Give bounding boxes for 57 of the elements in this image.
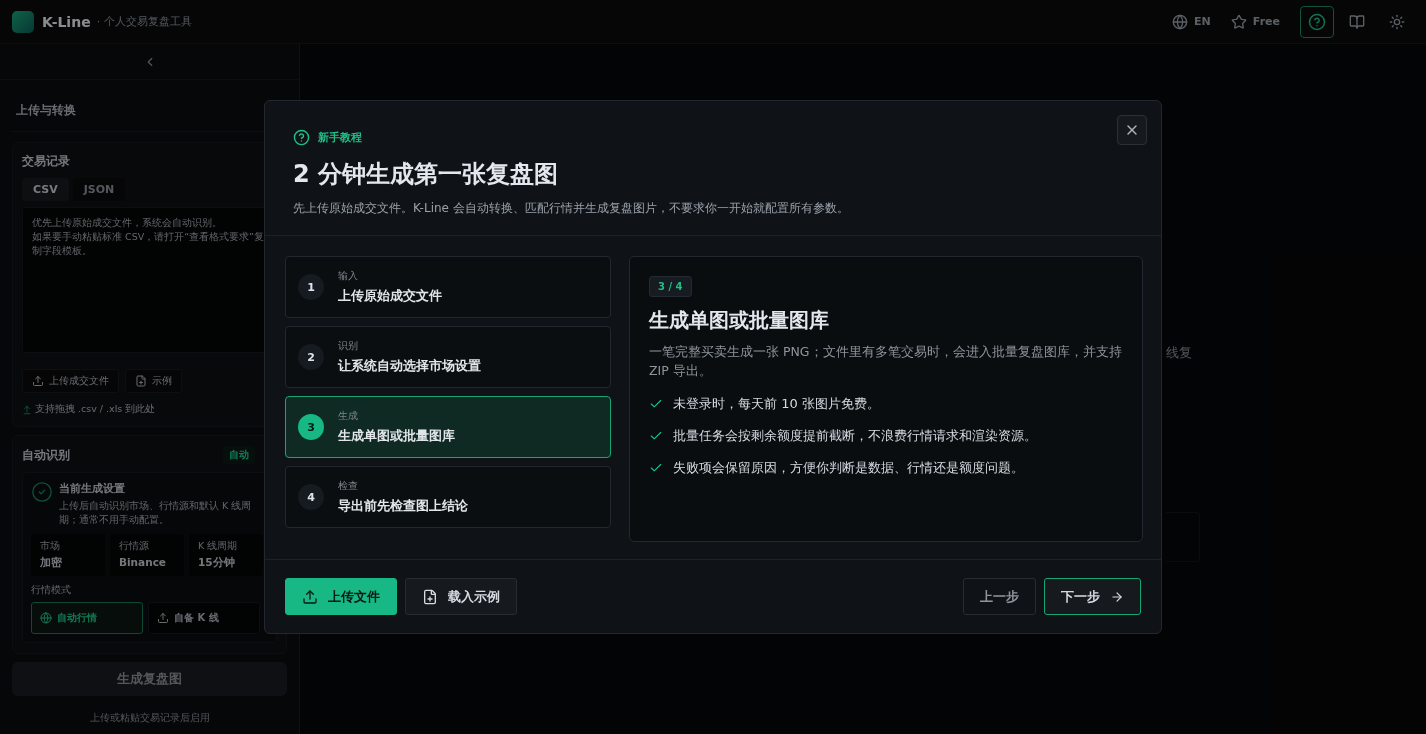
tile-label: 市场: [40, 539, 61, 553]
close-button[interactable]: [1117, 115, 1147, 145]
card-title: 交易记录: [22, 153, 71, 170]
dialog-subtitle: 先上传原始成交文件。K-Line 会自动转换、匹配行情并生成复盘图片，不要求你一开始就配置所有参数。: [293, 200, 850, 217]
back-button[interactable]: 上一步: [963, 578, 1036, 615]
help-icon: [1308, 12, 1326, 31]
auto-badge: 自动: [223, 446, 255, 464]
mode-option[interactable]: 自备 K 线: [148, 601, 260, 634]
drag-hint: 支持拖拽 .csv / .xls 到此处: [35, 403, 156, 416]
tile-value: 加密: [40, 555, 63, 570]
load-sample-button[interactable]: 载入示例: [405, 578, 517, 615]
drag-icon: [22, 404, 32, 415]
step-item[interactable]: 2 识别 让系统自动选择市场设置: [285, 326, 611, 388]
upload-button[interactable]: 上传成交文件: [22, 369, 119, 393]
upload-icon: [302, 588, 318, 605]
upload-icon: [157, 611, 169, 624]
card-title: 自动识别: [22, 446, 70, 464]
globe-icon: [1172, 13, 1189, 30]
bullet-text: 失败项会保留原因，方便你判断是数据、行情还是额度问题。: [673, 458, 1024, 477]
dialog-eyebrow: 新手教程: [318, 130, 362, 145]
upload-icon: [32, 375, 44, 387]
tile-label: K 线周期: [198, 539, 239, 553]
help-icon: [293, 129, 310, 146]
sun-icon: [1389, 13, 1405, 30]
sample-button[interactable]: 示例: [125, 369, 182, 393]
tile-value: Binance: [119, 555, 167, 568]
check-circle-icon: [31, 481, 53, 503]
detail-title: 生成单图或批量图库: [649, 307, 830, 334]
help-button[interactable]: [1300, 5, 1334, 38]
book-icon: [1349, 13, 1365, 30]
globe-icon: [40, 611, 52, 624]
next-button[interactable]: 下一步: [1044, 578, 1141, 615]
step-counter: 3 / 4: [649, 276, 692, 297]
bullet-text: 批量任务会按剩余额度提前截断，不浪费行情请求和渲染资源。: [673, 426, 1037, 445]
dialog-title: 2 分钟生成第一张复盘图: [293, 159, 560, 190]
language-button[interactable]: EN: [1172, 13, 1211, 30]
bullet-text: 未登录时，每天前 10 张图片免费。: [673, 394, 880, 413]
detail-description: 一笔完整买卖生成一张 PNG；文件里有多笔交易时，会进入批量复盘图库，并支持 ZIP 导出。: [649, 343, 1123, 381]
format-tab[interactable]: CSV: [22, 178, 69, 201]
background-text: 线复: [1166, 344, 1193, 362]
upload-file-button[interactable]: 上传文件: [285, 578, 397, 615]
mode-option[interactable]: 自动行情: [31, 601, 143, 634]
step-item[interactable]: 3 生成 生成单图或批量图库: [285, 396, 611, 458]
file-plus-icon: [135, 375, 147, 387]
tile-label: 行情源: [119, 539, 150, 553]
star-icon: [1230, 13, 1247, 30]
mode-label: 行情模式: [31, 583, 72, 597]
step-item[interactable]: 4 检查 导出前先检查图上结论: [285, 466, 611, 528]
settings-description: 上传后自动识别市场、行情源和默认 K 线周期；通常不用手动配置。: [59, 499, 253, 528]
tile-value: 15分钟: [198, 555, 236, 570]
file-plus-icon: [422, 588, 438, 605]
app-logo: [12, 10, 34, 33]
plan-button[interactable]: Free: [1230, 13, 1280, 30]
step-item[interactable]: 1 输入 上传原始成交文件: [285, 256, 611, 318]
app-tagline: · 个人交易复盘工具: [96, 14, 192, 29]
settings-title: 当前生成设置: [59, 481, 126, 496]
app-name: K-Line: [42, 13, 91, 30]
